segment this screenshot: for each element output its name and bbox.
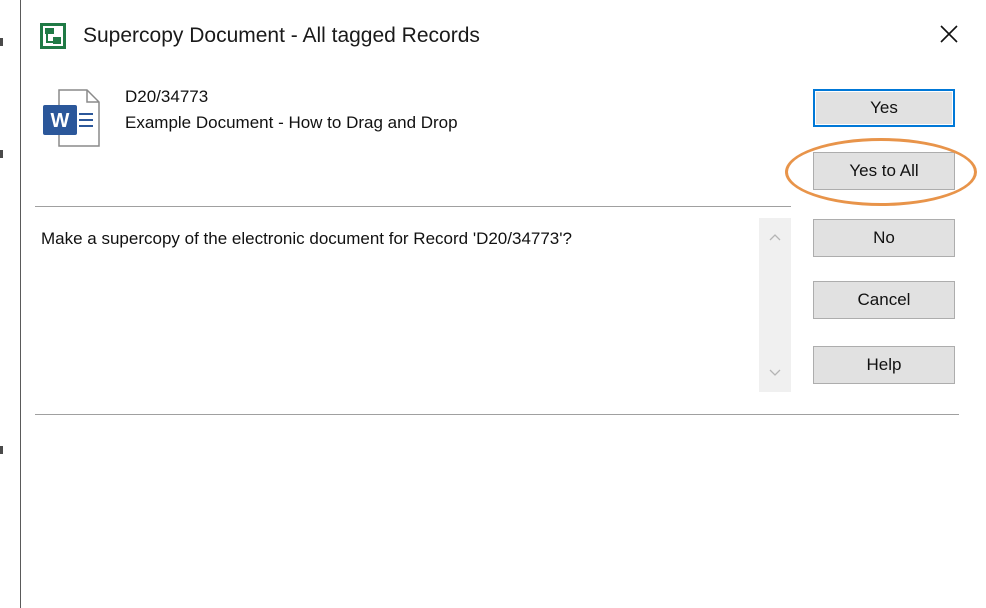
close-button[interactable] bbox=[919, 14, 979, 58]
confirmation-message: Make a supercopy of the electronic docum… bbox=[41, 229, 572, 248]
outer-window-edge bbox=[0, 38, 3, 46]
word-document-icon: W bbox=[41, 88, 103, 150]
svg-text:W: W bbox=[51, 110, 70, 132]
close-icon bbox=[939, 24, 959, 49]
yes-to-all-button[interactable]: Yes to All bbox=[813, 152, 955, 190]
outer-window-edge bbox=[0, 446, 3, 454]
message-scrollbar[interactable] bbox=[759, 218, 791, 392]
no-button[interactable]: No bbox=[813, 219, 955, 257]
chevron-up-icon bbox=[769, 228, 781, 246]
yes-button[interactable]: Yes bbox=[813, 89, 955, 127]
scroll-down-button[interactable] bbox=[759, 360, 791, 386]
cancel-button[interactable]: Cancel bbox=[813, 281, 955, 319]
outer-window-edge bbox=[0, 150, 3, 158]
supercopy-dialog: Supercopy Document - All tagged Records … bbox=[20, 0, 986, 608]
record-number: D20/34773 bbox=[125, 87, 209, 106]
app-icon bbox=[39, 22, 67, 50]
footer-divider bbox=[35, 414, 959, 416]
scroll-up-button[interactable] bbox=[759, 224, 791, 250]
chevron-down-icon bbox=[769, 364, 781, 382]
window-title: Supercopy Document - All tagged Records bbox=[83, 24, 480, 47]
record-title: Example Document - How to Drag and Drop bbox=[125, 113, 458, 132]
title-bar[interactable]: Supercopy Document - All tagged Records bbox=[21, 0, 986, 76]
header-divider bbox=[35, 206, 791, 208]
help-button[interactable]: Help bbox=[813, 346, 955, 384]
